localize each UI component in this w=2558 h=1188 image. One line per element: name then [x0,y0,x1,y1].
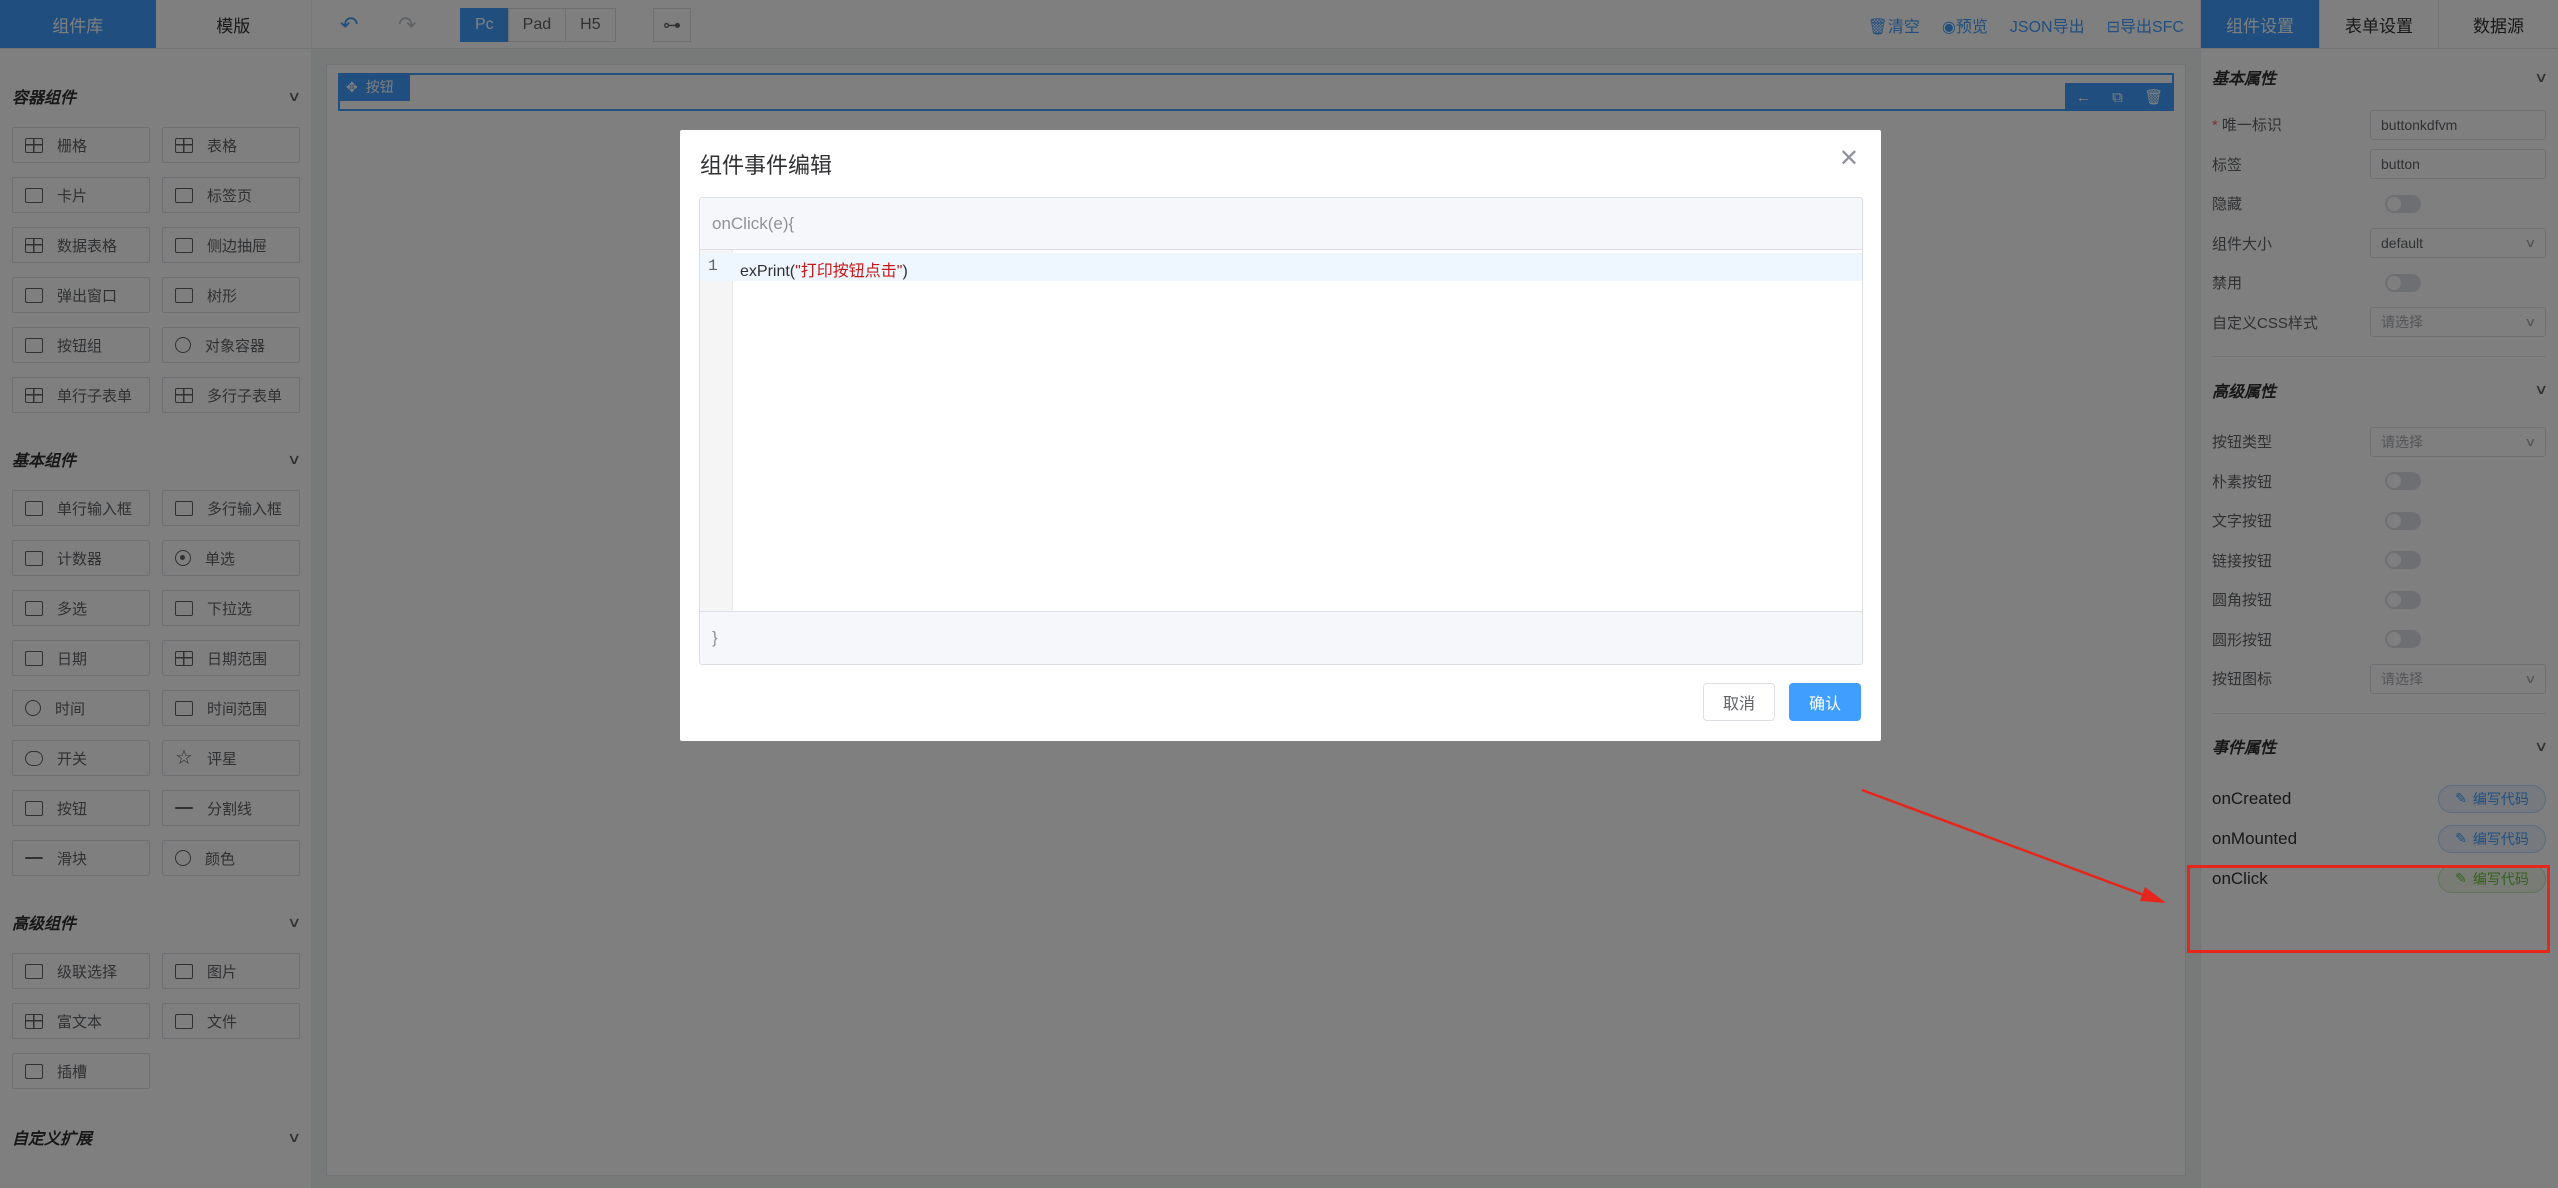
line-gutter [700,250,733,611]
code-footer: } [712,628,718,647]
annotation-highlight-box [2187,865,2550,953]
code-editor: onClick(e){ 1 exPrint("打印按钮点击") } [699,197,1863,665]
event-editor-dialog: 组件事件编辑 ✕ onClick(e){ 1 exPrint("打印按钮点击")… [680,130,1881,741]
code-edit-area[interactable]: 1 exPrint("打印按钮点击") [700,250,1862,612]
code-header: onClick(e){ [700,198,1862,250]
close-icon[interactable]: ✕ [1839,144,1859,173]
confirm-button[interactable]: 确认 [1789,683,1861,721]
code-line[interactable]: exPrint("打印按钮点击") [740,257,908,281]
line-number: 1 [708,257,718,275]
dialog-title: 组件事件编辑 [700,153,833,178]
cancel-button[interactable]: 取消 [1703,683,1775,721]
